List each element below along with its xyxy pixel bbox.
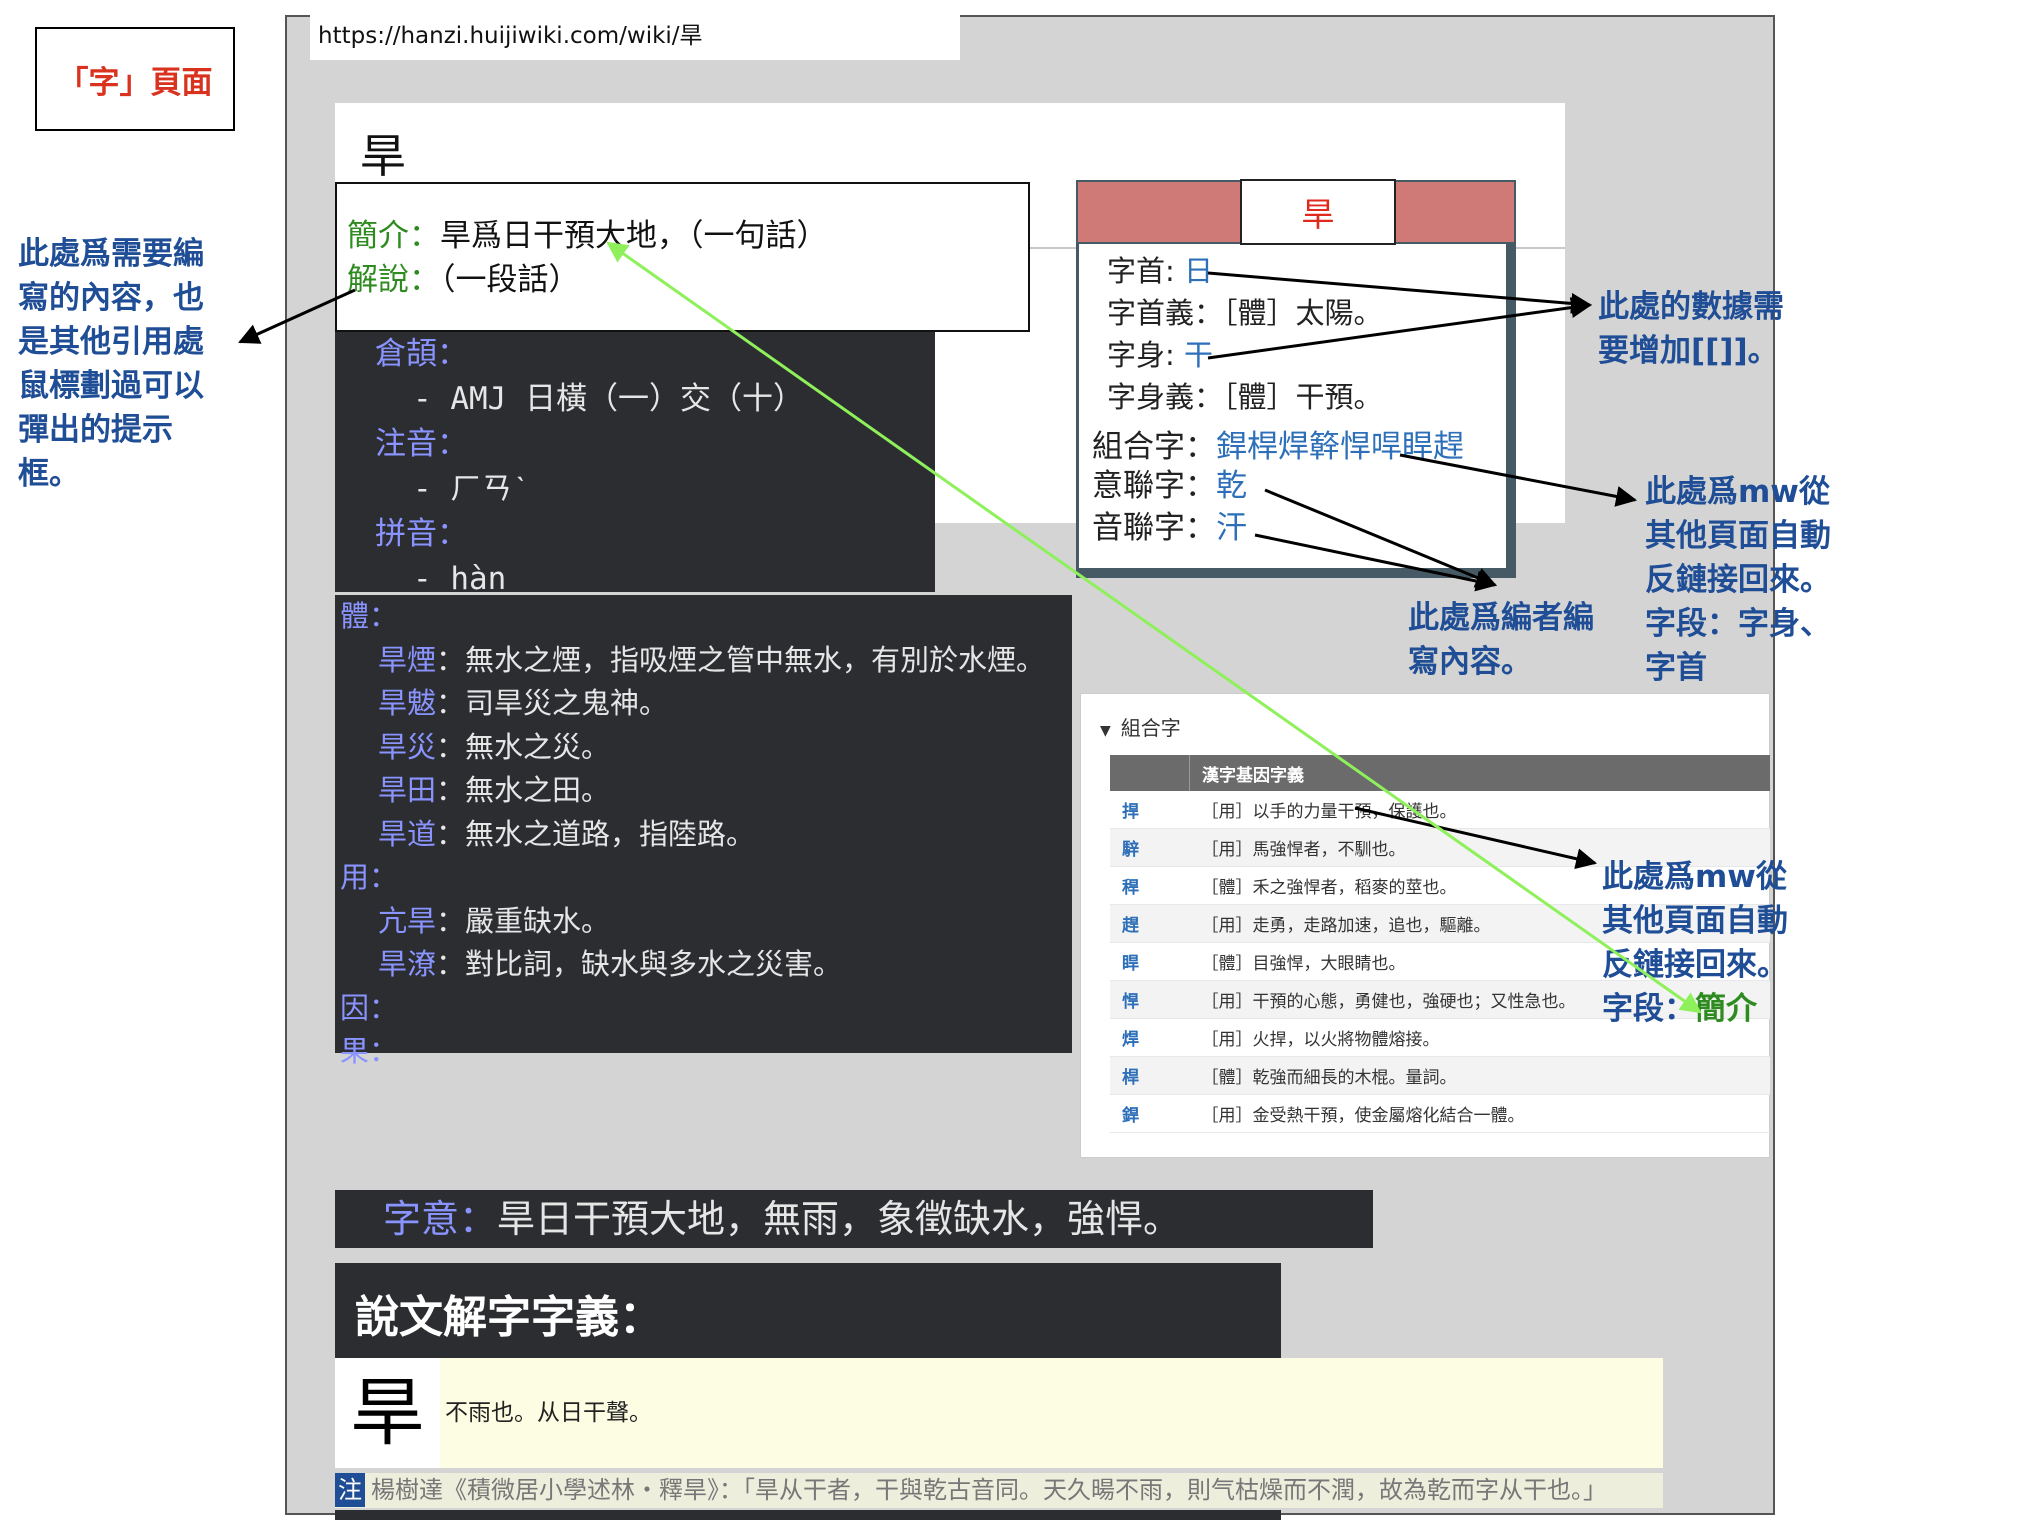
arrow-yilian-to-editor [1264, 488, 1497, 588]
arrow-tooltip-to-note [238, 288, 356, 344]
arrow-yinlian-to-editor [1254, 533, 1498, 592]
arrow-body-to-data [1207, 297, 1593, 360]
bottom-dark-bar [335, 1510, 1281, 1520]
arrow-compound-to-backlink [1399, 453, 1638, 507]
arrow-radical-to-data [1207, 271, 1593, 314]
arrow-intro-backlink [606, 241, 1702, 1014]
arrows-overlay [238, 241, 1702, 1014]
